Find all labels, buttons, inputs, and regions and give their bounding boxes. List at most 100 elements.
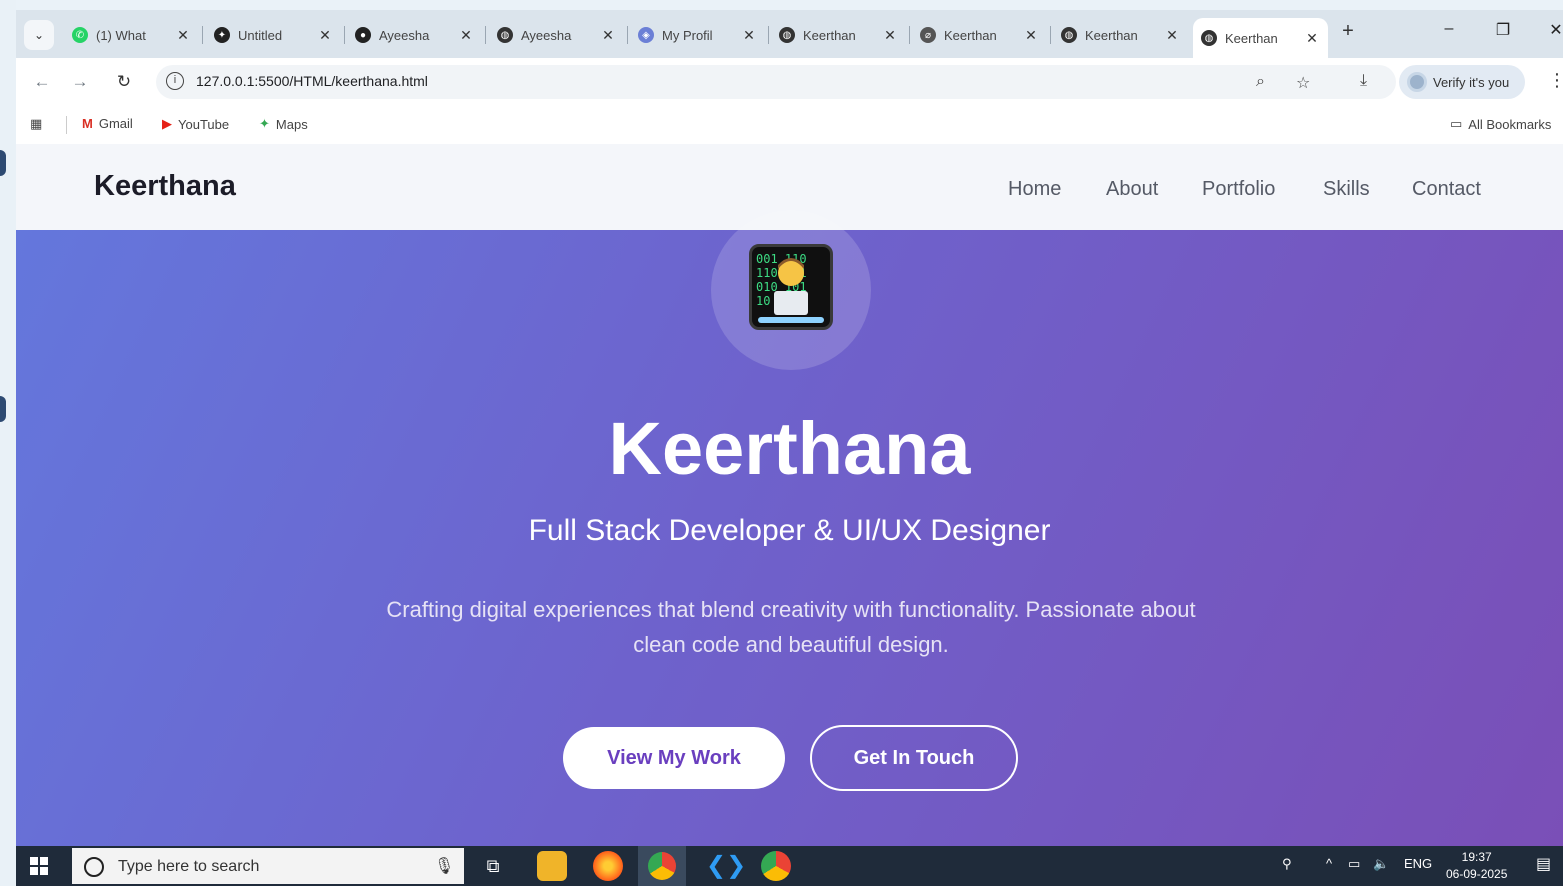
github-icon: ● — [355, 27, 371, 43]
globe-icon: ◍ — [1061, 27, 1077, 43]
tab-ayeesha[interactable]: ◍ Ayeesha ✕ — [489, 18, 624, 52]
tray-chevron-icon[interactable]: ^ — [1326, 856, 1332, 871]
tab-my-profile[interactable]: ◈ My Profil ✕ — [630, 18, 765, 52]
chrome-profile-icon[interactable] — [761, 851, 791, 881]
get-in-touch-button[interactable]: Get In Touch — [810, 725, 1018, 791]
web-page: Keerthana Home About Portfolio Skills Co… — [16, 144, 1563, 846]
bookmark-label: Maps — [275, 116, 308, 132]
reload-button[interactable]: ↻ — [112, 70, 136, 94]
browser-window: ⌄ ✆ (1) What ✕ ✦ Untitled ✕ ● Ayeesha ✕ … — [16, 10, 1563, 846]
bookmark-maps[interactable]: ✦ Maps — [259, 116, 308, 132]
tab-separator — [202, 26, 203, 44]
tab-title: Keerthan — [944, 27, 997, 43]
tab-whatsapp[interactable]: ✆ (1) What ✕ — [64, 18, 199, 52]
zoom-icon[interactable]: ⌕ — [1256, 73, 1265, 91]
restore-button[interactable]: ❐ — [1488, 20, 1518, 40]
close-tab-icon[interactable]: ✕ — [175, 27, 191, 44]
firefox-icon[interactable] — [593, 851, 623, 881]
forward-button[interactable]: → — [68, 70, 92, 94]
bookmark-gmail[interactable]: M Gmail — [82, 116, 133, 131]
gmail-icon: M — [82, 116, 93, 131]
menu-icon[interactable]: ⋮ — [1548, 70, 1563, 91]
microphone-icon[interactable]: 🎙 — [434, 856, 454, 876]
chrome-active-slot[interactable] — [638, 846, 686, 886]
close-tab-icon[interactable]: ✕ — [1164, 27, 1180, 44]
language-indicator[interactable]: ENG — [1404, 856, 1432, 871]
close-window-button[interactable]: ✕ — [1541, 20, 1563, 40]
tab-title: Keerthan — [803, 27, 856, 43]
hero-description: Crafting digital experiences that blend … — [386, 597, 1196, 657]
close-tab-icon[interactable]: ✕ — [1304, 30, 1320, 47]
tab-separator — [485, 26, 486, 44]
verify-label: Verify it's you — [1433, 74, 1510, 90]
notification-icon[interactable]: ▤ — [1536, 854, 1551, 874]
clock[interactable]: 19:37 06-09-2025 — [1446, 849, 1507, 883]
tab-title: Untitled — [238, 27, 283, 43]
left-edge-strip — [0, 0, 16, 886]
all-bookmarks-label: All Bookmarks — [1468, 116, 1552, 132]
all-bookmarks-button[interactable]: ▭ All Bookmarks — [1450, 116, 1551, 132]
close-tab-icon[interactable]: ✕ — [317, 27, 333, 44]
hero-subtitle: Full Stack Developer & UI/UX Designer — [528, 514, 1051, 547]
tab-keerthana-active[interactable]: ◍ Keerthan ✕ — [1193, 18, 1328, 58]
tab-title: (1) What — [96, 27, 146, 43]
tab-separator — [768, 26, 769, 44]
url-text[interactable]: 127.0.0.1:5500/HTML/keerthana.html — [196, 73, 428, 89]
vscode-icon[interactable]: ❮❯ — [706, 851, 746, 881]
tab-separator — [1050, 26, 1051, 44]
nav-link-about[interactable]: About — [1106, 178, 1158, 201]
tab-separator — [627, 26, 628, 44]
bookmarks-bar: ▦ M Gmail ▶ YouTube ✦ Maps ▭ All Bookmar… — [16, 106, 1563, 144]
close-tab-icon[interactable]: ✕ — [600, 27, 616, 44]
verify-profile-button[interactable]: Verify it's you — [1399, 65, 1525, 99]
taskbar-search[interactable]: Type here to search 🎙 — [72, 848, 464, 884]
web-icon: ✦ — [214, 27, 230, 43]
tab-title: Ayeesha — [521, 27, 572, 43]
nav-link-contact[interactable]: Contact — [1412, 178, 1481, 201]
site-info-icon[interactable]: i — [166, 72, 184, 90]
tab-keerthana-1[interactable]: ◍ Keerthan ✕ — [771, 18, 906, 52]
tab-search-button[interactable]: ⌄ — [24, 20, 54, 50]
file-explorer-icon[interactable] — [537, 851, 567, 881]
minimize-button[interactable]: – — [1434, 20, 1464, 38]
close-tab-icon[interactable]: ✕ — [882, 27, 898, 44]
download-icon[interactable]: ⤓ — [1360, 72, 1367, 90]
clock-time: 19:37 — [1461, 850, 1492, 864]
nav-link-skills[interactable]: Skills — [1323, 178, 1370, 201]
close-tab-icon[interactable]: ✕ — [741, 27, 757, 44]
tab-title: Ayeesha — [379, 27, 430, 43]
bookmark-youtube[interactable]: ▶ YouTube — [162, 116, 229, 132]
bookmark-star-icon[interactable]: ☆ — [1296, 73, 1310, 93]
address-bar[interactable]: i 127.0.0.1:5500/HTML/keerthana.html ⌕ ☆ — [156, 65, 1396, 99]
tab-title: My Profil — [662, 27, 713, 43]
nav-link-portfolio[interactable]: Portfolio — [1202, 178, 1275, 201]
nav-link-home[interactable]: Home — [1008, 178, 1061, 201]
back-button[interactable]: ← — [30, 70, 54, 94]
tab-bar: ⌄ ✆ (1) What ✕ ✦ Untitled ✕ ● Ayeesha ✕ … — [16, 10, 1563, 58]
bookmark-label: Gmail — [98, 116, 133, 131]
close-tab-icon[interactable]: ✕ — [1023, 27, 1039, 44]
folder-icon: ▭ — [1450, 116, 1463, 131]
people-icon[interactable]: ⚲ — [1282, 856, 1292, 872]
windows-start-icon[interactable] — [30, 857, 48, 875]
tab-ayeesha-github[interactable]: ● Ayeesha ✕ — [347, 18, 482, 52]
globe-icon: ◍ — [779, 27, 795, 43]
tab-title: Keerthan — [1085, 27, 1138, 43]
taskbar: Type here to search 🎙 ⧉ ❮❯ ⚲ ^ ▭ 🔈 ENG 1… — [16, 846, 1563, 886]
battery-icon[interactable]: ▭ — [1348, 856, 1360, 872]
tab-keerthana-2[interactable]: ⌀ Keerthan ✕ — [912, 18, 1047, 52]
close-tab-icon[interactable]: ✕ — [458, 27, 474, 44]
whatsapp-icon: ✆ — [72, 27, 88, 43]
new-tab-button[interactable]: + — [1336, 20, 1360, 48]
tab-untitled[interactable]: ✦ Untitled ✕ — [206, 18, 341, 52]
profile-icon: ◈ — [638, 27, 654, 43]
volume-icon[interactable]: 🔈 — [1373, 856, 1389, 872]
hero-title: Keerthana — [608, 407, 971, 490]
site-logo[interactable]: Keerthana — [94, 170, 236, 203]
task-view-icon[interactable]: ⧉ — [478, 851, 508, 881]
tab-separator — [909, 26, 910, 44]
tab-keerthana-3[interactable]: ◍ Keerthan ✕ — [1053, 18, 1188, 52]
youtube-icon: ▶ — [162, 116, 172, 131]
apps-grid-icon[interactable]: ▦ — [30, 116, 42, 132]
view-my-work-button[interactable]: View My Work — [563, 727, 785, 789]
